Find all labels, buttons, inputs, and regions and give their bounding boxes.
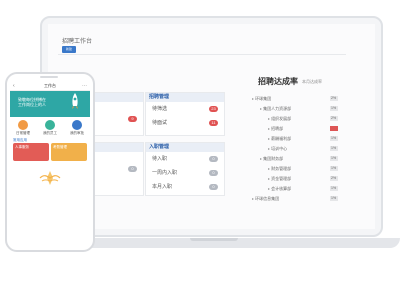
onboard-panel-title: 入职管理: [146, 143, 224, 152]
hr-service-card[interactable]: 人事服务: [13, 143, 49, 161]
card-label: 考勤管理: [53, 145, 67, 149]
tree-item-label: 资金管理部: [271, 176, 292, 181]
more-icon[interactable]: ⋯: [82, 82, 87, 90]
left-panel-top: 9: [88, 92, 144, 136]
tree-item[interactable]: ▸ 会计核算部 1%: [252, 184, 342, 194]
rate-value: 1%: [330, 186, 338, 191]
emblem-icon: [39, 171, 61, 185]
shortcut-label: 我的员工: [43, 131, 57, 135]
left-top-row[interactable]: 9: [89, 112, 143, 126]
onboard-row-label: 一周内入职: [152, 170, 178, 176]
recruit-row-label: 待筛选: [152, 106, 168, 112]
tree-item[interactable]: ▸ 财务管理部 1%: [252, 164, 342, 174]
approval-icon[interactable]: [72, 120, 82, 130]
tree-item[interactable]: ▸ 培训中心 1%: [252, 144, 342, 154]
recruit-panel: 招聘管理 待筛选 23 待面试 11: [145, 92, 225, 136]
tree-item-label: 招聘部: [271, 126, 284, 131]
phone-navbar: ‹ 工作台 ⋯: [10, 82, 90, 91]
tree-item[interactable]: ▸ 集团人力资源部 1%: [252, 104, 342, 114]
rocket-icon: [72, 93, 78, 109]
onboard-row-3[interactable]: 本月入职 0: [146, 180, 224, 194]
rate-value: [330, 126, 338, 131]
tree-item[interactable]: ▸ 薪酬福利部 1%: [252, 134, 342, 144]
recruit-row-label: 待面试: [152, 120, 168, 126]
tree-title: 招聘达成率: [258, 77, 298, 86]
window-title: 招聘工作台: [62, 39, 93, 45]
tree-item[interactable]: ▸ 环球集团 2%: [252, 94, 342, 104]
banner-text: 致敬每位拼搏在工作岗位上的人: [18, 97, 46, 107]
rate-value: 1%: [330, 146, 338, 151]
rate-value: 2%: [330, 176, 338, 181]
rate-value: 1%: [330, 166, 338, 171]
tree-item-label: 组织发展部: [271, 116, 292, 121]
recruit-row-1[interactable]: 待筛选 23: [146, 102, 224, 116]
new-button[interactable]: 新建: [62, 46, 76, 53]
tree-item[interactable]: ▸ 招聘部: [252, 124, 342, 134]
staff-icon[interactable]: [45, 120, 55, 130]
tree-item-label: 环球信息集团: [255, 196, 280, 201]
tree-item-label: 薪酬福利部: [271, 136, 292, 141]
onboard-row-label: 本月入职: [152, 184, 173, 190]
rate-value: 2%: [330, 116, 338, 121]
attendance-card[interactable]: 考勤管理: [51, 143, 87, 161]
phone-emblem: [10, 165, 90, 191]
onboard-row-2[interactable]: 一周内入职 0: [146, 166, 224, 180]
count-badge: 0: [128, 166, 137, 172]
shortcut-label: 我的审批: [70, 131, 84, 135]
rate-value: 2%: [330, 96, 338, 101]
recruit-row-2[interactable]: 待面试 11: [146, 116, 224, 130]
app-cards: 人事服务 考勤管理: [10, 143, 90, 165]
rate-value: 1%: [330, 156, 338, 161]
back-icon[interactable]: ‹: [13, 82, 15, 90]
tree-item[interactable]: ▸ 环球信息集团 1%: [252, 194, 342, 204]
left-bottom-row[interactable]: 0: [89, 162, 143, 176]
phone-shortcuts: 日常管理 我的员工 我的审批: [10, 117, 90, 137]
rate-value: 1%: [330, 136, 338, 141]
window-topbar: 招聘工作台: [58, 34, 346, 55]
phone-speaker: [40, 76, 58, 78]
phone-screen: ‹ 工作台 ⋯ 致敬每位拼搏在工作岗位上的人 日常管理 我的员工 我的审批 常用…: [10, 82, 90, 242]
count-badge: 0: [209, 170, 218, 176]
phone-banner[interactable]: 致敬每位拼搏在工作岗位上的人: [10, 91, 90, 117]
tree-item-label: 环球集团: [255, 96, 272, 101]
org-tree: ▸ 环球集团 2% ▸ 集团人力资源部 1% ▸ 组织发展部 2% ▸ 招聘部 ▸ 薪酬福利部…: [252, 94, 342, 204]
recruit-panel-title: 招聘管理: [146, 93, 224, 102]
count-badge: 0: [209, 184, 218, 190]
tree-subtitle: 本月达成率: [302, 79, 322, 84]
count-badge: 11: [209, 120, 218, 126]
laptop-notch: [190, 238, 238, 241]
card-label: 人事服务: [15, 145, 29, 149]
onboard-panel: 入职管理 待入职 0 一周内入职 0 本月入职 0: [145, 142, 225, 196]
onboard-row-1[interactable]: 待入职 0: [146, 152, 224, 166]
onboard-row-label: 待入职: [152, 156, 168, 162]
shortcut-label: 日常管理: [16, 131, 30, 135]
tree-item-label: 培训中心: [271, 146, 288, 151]
rate-value: 1%: [330, 106, 338, 111]
tree-item-label: 会计核算部: [271, 186, 292, 191]
count-badge: 0: [209, 156, 218, 162]
tree-item-label: 财务管理部: [271, 166, 292, 171]
tree-item-label: 集团财务部: [263, 156, 284, 161]
left-panel-bottom: 0: [88, 142, 144, 196]
daily-icon[interactable]: [18, 120, 28, 130]
phone-nav-title: 工作台: [44, 83, 56, 88]
rate-value: 1%: [330, 196, 338, 201]
tree-item[interactable]: ▸ 集团财务部 1%: [252, 154, 342, 164]
tree-item[interactable]: ▸ 资金管理部 2%: [252, 174, 342, 184]
tree-item[interactable]: ▸ 组织发展部 2%: [252, 114, 342, 124]
count-badge: 23: [209, 106, 218, 112]
count-badge: 9: [128, 116, 137, 122]
tree-item-label: 集团人力资源部: [263, 106, 292, 111]
